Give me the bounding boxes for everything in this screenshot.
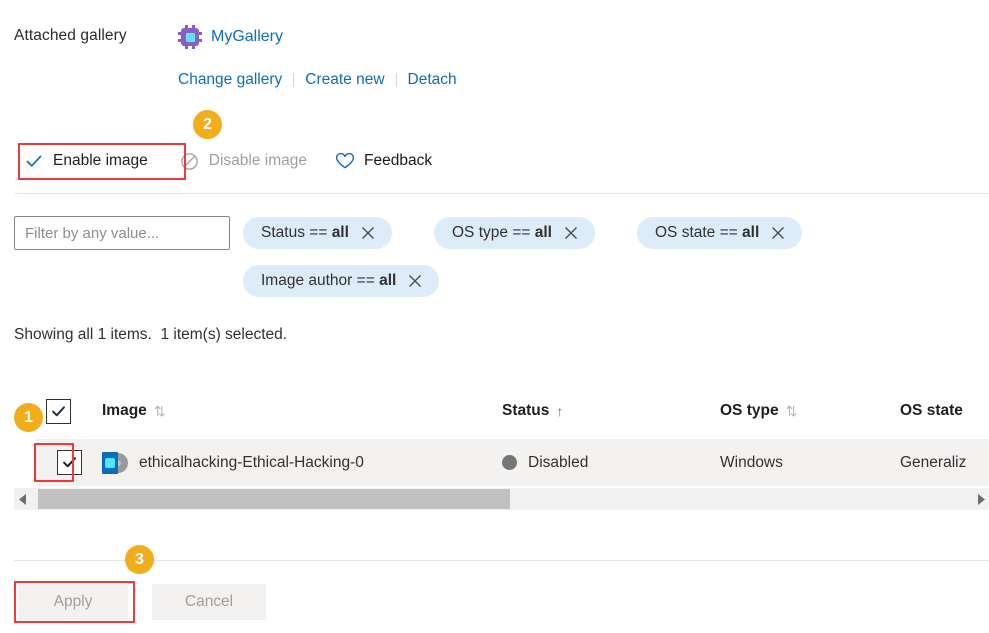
footer-divider <box>14 560 989 561</box>
vm-image-icon <box>102 451 128 474</box>
image-name-link[interactable]: ethicalhacking-Ethical-Hacking-0 <box>139 454 364 472</box>
checkmark-icon <box>24 151 44 171</box>
change-gallery-link[interactable]: Change gallery <box>178 71 282 89</box>
feedback-button[interactable]: Feedback <box>329 146 440 176</box>
row-os-state-cell: Generaliz <box>900 453 967 471</box>
annotation-badge-3: 3 <box>125 545 154 574</box>
column-header-label: Image <box>102 402 147 419</box>
status-text: Disabled <box>528 453 589 471</box>
cancel-button[interactable]: Cancel <box>152 584 266 620</box>
filter-pill-status[interactable]: Status == all <box>243 217 392 249</box>
create-new-link[interactable]: Create new <box>305 71 384 89</box>
annotation-badge-2: 2 <box>193 110 222 139</box>
enable-image-label: Enable image <box>53 152 148 169</box>
status-indicator-icon <box>502 455 517 470</box>
enable-image-button[interactable]: Enable image <box>18 146 156 176</box>
action-divider <box>293 73 295 87</box>
attached-gallery-value: MyGallery <box>178 25 283 49</box>
sort-ascending-icon: ↑ <box>556 403 564 419</box>
command-bar: Enable image Disable image Feedback <box>18 146 440 176</box>
disable-image-button[interactable]: Disable image <box>174 146 315 176</box>
sort-both-icon: ⇅ <box>153 402 166 419</box>
annotation-badge-1: 1 <box>14 403 43 432</box>
filter-pill-text: Status == all <box>261 224 349 241</box>
filter-pill-os-type[interactable]: OS type == all <box>434 217 595 249</box>
heart-icon <box>335 151 355 171</box>
block-icon <box>180 151 200 171</box>
filter-pill-os-state[interactable]: OS state == all <box>637 217 803 249</box>
table-header-row: Image ⇅ Status ↑ OS type ⇅ OS state <box>14 383 989 439</box>
column-header-label: OS type <box>720 402 779 419</box>
row-status-cell: Disabled <box>502 454 720 472</box>
row-checkbox[interactable] <box>56 450 82 475</box>
select-all-checkbox[interactable] <box>45 398 71 424</box>
horizontal-scrollbar[interactable] <box>14 488 989 510</box>
scrollbar-thumb[interactable] <box>38 489 510 509</box>
attached-gallery-label: Attached gallery <box>14 27 127 44</box>
column-header-os-state[interactable]: OS state <box>900 402 989 420</box>
scrollbar-track[interactable] <box>31 488 972 510</box>
filter-pill-text: OS type == all <box>452 224 552 241</box>
column-header-status[interactable]: Status ↑ <box>502 402 720 420</box>
filter-pill-image-author[interactable]: Image author == all <box>243 265 440 297</box>
search-input[interactable] <box>14 216 230 250</box>
sort-both-icon: ⇅ <box>785 402 798 419</box>
row-image-cell: ethicalhacking-Ethical-Hacking-0 <box>102 451 502 474</box>
column-header-image[interactable]: Image ⇅ <box>102 402 502 420</box>
close-icon[interactable] <box>360 225 376 241</box>
command-bar-divider <box>14 193 989 194</box>
close-icon[interactable] <box>563 225 579 241</box>
column-header-label: Status <box>502 402 550 419</box>
close-icon[interactable] <box>770 225 786 241</box>
row-select-cell <box>36 450 102 475</box>
feedback-label: Feedback <box>364 152 433 169</box>
chevron-left-icon[interactable] <box>14 488 31 510</box>
action-divider <box>395 73 397 87</box>
row-os-type-cell: Windows <box>720 453 783 471</box>
column-header-os-type[interactable]: OS type ⇅ <box>720 402 900 420</box>
filter-pill-text: OS state == all <box>655 224 760 241</box>
column-header-label: OS state <box>900 402 963 419</box>
table-row[interactable]: ethicalhacking-Ethical-Hacking-0 Disable… <box>36 439 989 486</box>
apply-button[interactable]: Apply <box>18 584 128 620</box>
gallery-name-link[interactable]: MyGallery <box>211 28 283 46</box>
detach-link[interactable]: Detach <box>408 71 457 89</box>
attached-gallery-row: Attached gallery <box>14 27 127 45</box>
close-icon[interactable] <box>407 273 423 289</box>
filter-pill-text: Image author == all <box>261 272 397 289</box>
gallery-chip-icon <box>178 25 202 49</box>
disable-image-label: Disable image <box>208 152 308 169</box>
chevron-right-icon[interactable] <box>972 488 989 510</box>
results-summary: Showing all 1 items. 1 item(s) selected. <box>14 326 288 343</box>
gallery-actions: Change gallery Create new Detach <box>178 71 457 89</box>
